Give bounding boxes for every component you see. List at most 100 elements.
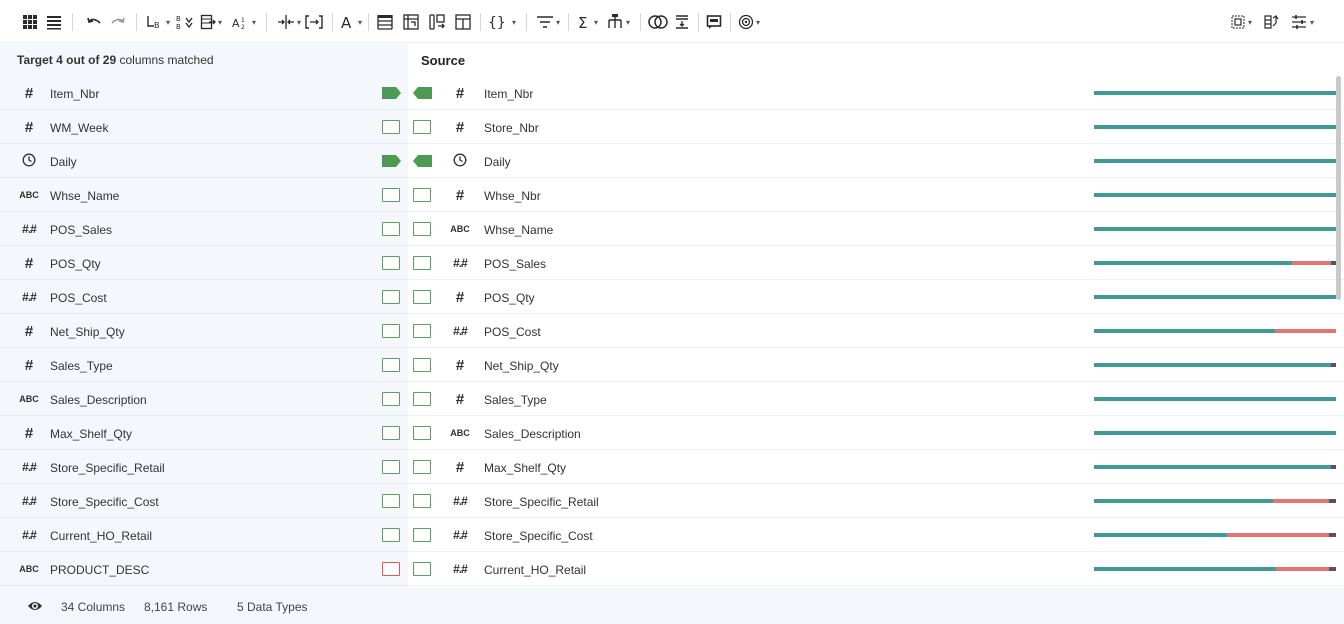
source-row[interactable]: #.# Store_Specific_Cost	[408, 518, 1344, 552]
target-row[interactable]: #.# Store_Specific_Retail	[0, 450, 408, 484]
source-row[interactable]: # Sales_Type	[408, 382, 1344, 416]
target-match-checkbox[interactable]	[382, 290, 400, 304]
list-view-icon[interactable]	[46, 11, 62, 33]
target-match-checkbox[interactable]	[382, 324, 400, 338]
settings-icon[interactable]: ▾	[1290, 11, 1314, 33]
sort-icon[interactable]: BB	[176, 11, 194, 33]
target-row[interactable]: # WM_Week	[0, 110, 408, 144]
data-quality-bar[interactable]	[1094, 261, 1336, 265]
source-match-checkbox[interactable]	[413, 562, 431, 576]
target-row[interactable]: ABC PRODUCT_DESC	[0, 552, 408, 586]
data-quality-bar[interactable]	[1094, 567, 1336, 571]
scrollbar[interactable]	[1336, 76, 1341, 300]
redo-icon[interactable]	[110, 11, 126, 33]
target-row[interactable]: ABC Sales_Description	[0, 382, 408, 416]
split-icon[interactable]: ▾	[277, 11, 301, 33]
source-row[interactable]: ABC Sales_Description	[408, 416, 1344, 450]
source-row[interactable]: # Whse_Nbr	[408, 178, 1344, 212]
target-row[interactable]: #.# POS_Sales	[0, 212, 408, 246]
grid-view-icon[interactable]	[22, 11, 38, 33]
data-quality-bar[interactable]	[1094, 295, 1336, 299]
target-icon[interactable]: ▾	[738, 11, 760, 33]
data-quality-bar[interactable]	[1094, 227, 1336, 231]
data-quality-bar[interactable]	[1094, 363, 1336, 367]
source-match-checkbox[interactable]	[413, 494, 431, 508]
target-row[interactable]: # Max_Shelf_Qty	[0, 416, 408, 450]
source-match-checkbox[interactable]	[413, 290, 431, 304]
source-row[interactable]: # Max_Shelf_Qty	[408, 450, 1344, 484]
hierarchy-icon[interactable]: ▾	[606, 11, 630, 33]
data-quality-bar[interactable]	[1094, 193, 1336, 197]
unpivot-icon[interactable]	[428, 11, 446, 33]
header-icon[interactable]	[376, 11, 394, 33]
data-quality-bar[interactable]	[1094, 465, 1336, 469]
source-row[interactable]: # Net_Ship_Qty	[408, 348, 1344, 382]
sum-icon[interactable]: Σ ▾	[578, 11, 598, 33]
source-row[interactable]: #.# POS_Cost	[408, 314, 1344, 348]
source-match-checkbox[interactable]	[413, 256, 431, 270]
data-quality-bar[interactable]	[1094, 431, 1336, 435]
target-row[interactable]: #.# Store_Specific_Cost	[0, 484, 408, 518]
merge-icon[interactable]	[305, 11, 323, 33]
undo-icon[interactable]	[86, 11, 102, 33]
source-row[interactable]: #.# Current_HO_Retail	[408, 552, 1344, 586]
target-match-checkbox[interactable]	[382, 460, 400, 474]
source-row[interactable]: #.# POS_Sales	[408, 246, 1344, 280]
target-match-checkbox[interactable]	[382, 358, 400, 372]
matched-source-tag-icon[interactable]	[412, 86, 433, 100]
matched-target-tag-icon[interactable]	[381, 154, 402, 168]
target-row[interactable]: #.# Current_HO_Retail	[0, 518, 408, 552]
data-quality-bar[interactable]	[1094, 397, 1336, 401]
rename-icon[interactable]: B ▾	[146, 11, 170, 33]
target-match-checkbox[interactable]	[382, 494, 400, 508]
target-row[interactable]: # Item_Nbr	[0, 76, 408, 110]
target-row[interactable]: # Net_Ship_Qty	[0, 314, 408, 348]
target-row[interactable]: # POS_Qty	[0, 246, 408, 280]
mismatch-checkbox[interactable]	[382, 562, 400, 576]
source-match-checkbox[interactable]	[413, 188, 431, 202]
type-icon[interactable]: A 1 2 ▾	[232, 11, 256, 33]
target-match-checkbox[interactable]	[382, 256, 400, 270]
source-match-checkbox[interactable]	[413, 120, 431, 134]
source-match-checkbox[interactable]	[413, 358, 431, 372]
schema-icon[interactable]	[1262, 11, 1280, 33]
source-row[interactable]: # Item_Nbr	[408, 76, 1344, 110]
text-case-icon[interactable]: A ▾	[340, 11, 362, 33]
source-row[interactable]: Daily	[408, 144, 1344, 178]
data-quality-bar[interactable]	[1094, 159, 1336, 163]
matched-target-tag-icon[interactable]	[381, 86, 402, 100]
source-match-checkbox[interactable]	[413, 460, 431, 474]
pivot-icon[interactable]	[402, 11, 420, 33]
target-row[interactable]: ABC Whse_Name	[0, 178, 408, 212]
target-match-checkbox[interactable]	[382, 188, 400, 202]
target-match-checkbox[interactable]	[382, 528, 400, 542]
source-match-checkbox[interactable]	[413, 222, 431, 236]
source-match-checkbox[interactable]	[413, 392, 431, 406]
target-row[interactable]: # Sales_Type	[0, 348, 408, 382]
comment-icon[interactable]	[706, 11, 722, 33]
data-quality-bar[interactable]	[1094, 499, 1336, 503]
data-quality-bar[interactable]	[1094, 125, 1336, 129]
eye-icon[interactable]	[27, 599, 43, 616]
target-match-checkbox[interactable]	[382, 120, 400, 134]
source-match-checkbox[interactable]	[413, 426, 431, 440]
target-match-checkbox[interactable]	[382, 222, 400, 236]
transpose-icon[interactable]	[454, 11, 472, 33]
source-row[interactable]: # POS_Qty	[408, 280, 1344, 314]
matched-source-tag-icon[interactable]	[412, 154, 433, 168]
json-icon[interactable]: {} ▾	[488, 11, 516, 33]
profile-icon[interactable]: ▾	[1230, 11, 1252, 33]
join-icon[interactable]	[648, 11, 668, 33]
target-row[interactable]: #.# POS_Cost	[0, 280, 408, 314]
target-match-checkbox[interactable]	[382, 426, 400, 440]
source-match-checkbox[interactable]	[413, 324, 431, 338]
target-row[interactable]: Daily	[0, 144, 408, 178]
insert-column-icon[interactable]: ▾	[200, 11, 222, 33]
source-row[interactable]: #.# Store_Specific_Retail	[408, 484, 1344, 518]
source-row[interactable]: # Store_Nbr	[408, 110, 1344, 144]
data-quality-bar[interactable]	[1094, 533, 1336, 537]
target-match-checkbox[interactable]	[382, 392, 400, 406]
filter-icon[interactable]: ▾	[536, 11, 560, 33]
source-row[interactable]: ABC Whse_Name	[408, 212, 1344, 246]
data-quality-bar[interactable]	[1094, 91, 1336, 95]
